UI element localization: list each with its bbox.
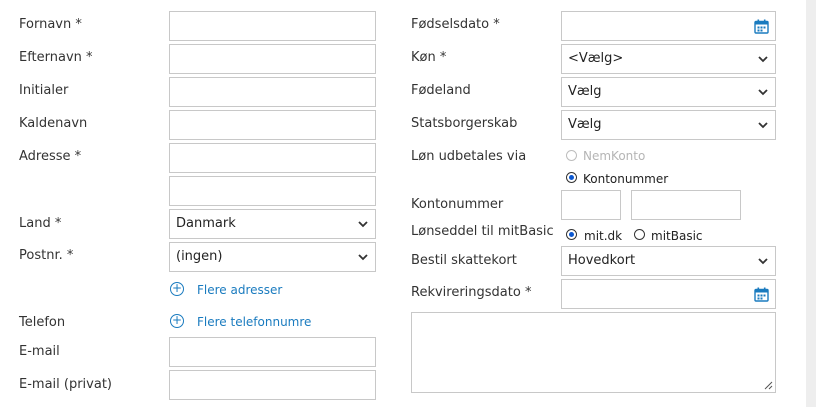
statsborgerskab-select-value: Vælg <box>568 117 602 132</box>
loenseddel-label: Lønseddel til mitBasic <box>411 224 554 239</box>
land-select[interactable]: Danmark <box>169 209 376 239</box>
efternavn-label: Efternavn * <box>19 50 93 65</box>
telefon-label: Telefon <box>19 315 66 330</box>
loen-udbetales-label: Løn udbetales via <box>411 149 527 164</box>
email-input[interactable] <box>169 337 376 367</box>
plus-circle-icon[interactable]: + <box>170 282 184 296</box>
foedeland-label: Fødeland <box>411 83 471 98</box>
efternavn-input[interactable] <box>169 44 376 74</box>
mitbasic-radio-label: mitBasic <box>651 229 703 243</box>
adresse-line2-input[interactable] <box>169 176 376 206</box>
fornavn-input[interactable] <box>169 11 376 41</box>
skattekort-select[interactable]: Hovedkort <box>561 246 776 276</box>
foedselsdato-input[interactable] <box>561 11 776 41</box>
land-label: Land * <box>19 216 62 231</box>
kaldenavn-label: Kaldenavn <box>19 116 88 131</box>
resize-grip-icon[interactable] <box>764 381 773 390</box>
kontonummer-label: Kontonummer <box>411 197 504 212</box>
foedeland-select-value: Vælg <box>568 84 602 99</box>
rekvireringsdato-input[interactable] <box>561 279 776 309</box>
koen-select[interactable]: <Vælg> <box>561 44 776 74</box>
adresse-label: Adresse * <box>19 149 82 164</box>
email-privat-input[interactable] <box>169 370 376 400</box>
employee-form-panel: Fornavn * Efternavn * Initialer Kaldenav… <box>0 0 806 407</box>
kaldenavn-input[interactable] <box>169 110 376 140</box>
foedselsdato-label: Fødselsdato * <box>411 17 500 32</box>
chevron-down-icon <box>758 122 768 129</box>
reg-nr-input[interactable] <box>561 190 621 220</box>
notes-textarea[interactable] <box>411 312 776 393</box>
chevron-down-icon <box>758 56 768 63</box>
nemkonto-radio[interactable] <box>566 150 577 161</box>
mitbasic-radio[interactable] <box>634 229 645 240</box>
skattekort-select-value: Hovedkort <box>568 253 636 268</box>
statsborgerskab-select[interactable]: Vælg <box>561 110 776 140</box>
koen-select-value: <Vælg> <box>568 51 624 66</box>
land-select-value: Danmark <box>176 216 236 231</box>
postnr-select[interactable]: (ingen) <box>169 242 376 272</box>
chevron-down-icon <box>758 258 768 265</box>
konto-nr-input[interactable] <box>631 190 741 220</box>
email-privat-label: E-mail (privat) <box>19 377 112 392</box>
flere-adresser-link[interactable]: Flere adresser <box>197 283 282 297</box>
postnr-select-value: (ingen) <box>176 249 223 264</box>
calendar-icon[interactable] <box>754 287 769 302</box>
email-label: E-mail <box>19 344 60 359</box>
flere-telefonnumre-link[interactable]: Flere telefonnumre <box>197 315 311 329</box>
statsborgerskab-label: Statsborgerskab <box>411 116 518 131</box>
mitdk-radio[interactable] <box>566 229 577 240</box>
calendar-icon[interactable] <box>754 19 769 34</box>
nemkonto-radio-label: NemKonto <box>583 149 646 163</box>
foedeland-select[interactable]: Vælg <box>561 77 776 107</box>
adresse-input[interactable] <box>169 143 376 173</box>
chevron-down-icon <box>358 221 368 228</box>
chevron-down-icon <box>358 254 368 261</box>
chevron-down-icon <box>758 89 768 96</box>
kontonummer-radio-label: Kontonummer <box>583 172 669 186</box>
plus-circle-icon[interactable]: + <box>170 314 184 328</box>
rekvireringsdato-label: Rekvireringsdato * <box>411 285 532 300</box>
fornavn-label: Fornavn * <box>19 17 82 32</box>
initialer-input[interactable] <box>169 77 376 107</box>
postnr-label: Postnr. * <box>19 248 74 263</box>
kontonummer-radio[interactable] <box>566 172 577 183</box>
mitdk-radio-label: mit.dk <box>584 229 623 243</box>
initialer-label: Initialer <box>19 83 69 98</box>
koen-label: Køn * <box>411 50 447 65</box>
skattekort-label: Bestil skattekort <box>411 253 517 268</box>
